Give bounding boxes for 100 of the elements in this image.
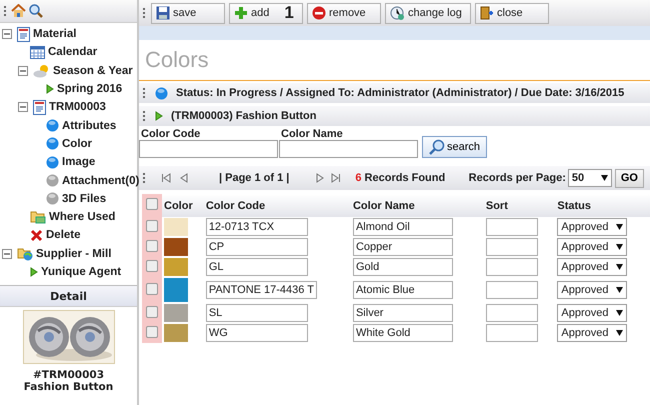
calendar-icon bbox=[30, 46, 45, 59]
tree-item[interactable]: Supplier - Mill bbox=[36, 248, 112, 260]
sort-field[interactable] bbox=[486, 218, 538, 236]
tree-item[interactable]: TRM00003 bbox=[49, 101, 106, 114]
delete-x-icon[interactable] bbox=[30, 228, 43, 242]
column-header: Color Name bbox=[350, 194, 484, 217]
search-button[interactable]: search bbox=[422, 136, 488, 158]
first-page-icon[interactable] bbox=[161, 173, 171, 183]
sort-field[interactable] bbox=[486, 238, 538, 256]
expand-toggle-icon[interactable] bbox=[18, 66, 28, 76]
expand-toggle-icon[interactable] bbox=[18, 102, 28, 112]
item-caption: #TRM00003 bbox=[32, 369, 104, 381]
search-icon bbox=[429, 139, 445, 155]
status-dot-icon bbox=[46, 192, 59, 206]
sort-field[interactable] bbox=[486, 258, 538, 276]
checkbox[interactable] bbox=[146, 240, 158, 252]
status-select[interactable]: Approved bbox=[557, 258, 628, 276]
color-code-field[interactable]: SL bbox=[206, 304, 308, 322]
color-code-field[interactable]: PANTONE 17-4436 T bbox=[206, 281, 317, 299]
tree-item[interactable]: Image bbox=[62, 156, 96, 168]
status-dot-icon bbox=[46, 174, 59, 188]
page-title: Colors bbox=[139, 40, 650, 81]
tree-item[interactable]: Calendar bbox=[48, 46, 98, 58]
search-field[interactable] bbox=[279, 140, 418, 158]
clock-icon bbox=[390, 6, 405, 20]
sort-field[interactable] bbox=[486, 324, 538, 342]
tree-item[interactable]: 3D Files bbox=[62, 192, 106, 205]
tree-item[interactable]: Yunique Agent bbox=[41, 266, 122, 278]
search-icon[interactable] bbox=[29, 4, 43, 18]
count-label: 1 bbox=[284, 3, 294, 23]
color-code-field[interactable]: WG bbox=[206, 324, 308, 342]
expand-toggle-icon[interactable] bbox=[2, 29, 12, 40]
remove-button[interactable]: remove bbox=[307, 2, 381, 24]
play-arrow-icon bbox=[30, 267, 38, 277]
tree-item[interactable]: Material bbox=[33, 28, 76, 40]
checkbox[interactable] bbox=[146, 282, 158, 294]
status-select[interactable]: Approved bbox=[557, 218, 628, 236]
checkbox[interactable] bbox=[146, 306, 158, 318]
panel-title: Detail bbox=[50, 290, 87, 302]
minus-circle-icon bbox=[312, 6, 326, 20]
item-title: (TRM00003) Fashion Button bbox=[171, 110, 316, 122]
color-name-field[interactable]: Gold bbox=[352, 258, 453, 276]
color-code-field[interactable]: 12-0713 TCX bbox=[206, 218, 308, 236]
last-page-icon[interactable] bbox=[331, 173, 342, 183]
color-name-field[interactable]: Silver bbox=[352, 304, 453, 322]
home-icon[interactable] bbox=[11, 4, 26, 18]
color-name-field[interactable]: Almond Oil bbox=[352, 218, 453, 236]
color-code-field[interactable]: CP bbox=[206, 238, 308, 256]
previous-page-icon[interactable] bbox=[179, 173, 189, 183]
tree-item[interactable]: Attributes bbox=[62, 120, 116, 132]
document-icon bbox=[33, 100, 46, 115]
door-icon bbox=[480, 6, 494, 20]
next-page-icon[interactable] bbox=[315, 173, 326, 183]
status-dot-icon bbox=[46, 119, 59, 132]
tree-item[interactable]: Color bbox=[62, 138, 92, 150]
color-code-field[interactable]: GL bbox=[206, 258, 308, 276]
checkbox[interactable] bbox=[146, 326, 158, 338]
expand-toggle-icon[interactable] bbox=[2, 248, 12, 259]
dropdown-caret-icon bbox=[616, 287, 624, 293]
sort-field[interactable] bbox=[486, 304, 538, 322]
status-text: Status: In Progress / Assigned To: Administrator (Administrator) / Due Date: 3/16/2015 bbox=[176, 87, 624, 99]
item-caption: Fashion Button bbox=[24, 381, 114, 393]
records-found: 6 Records Found bbox=[355, 172, 446, 184]
checkbox[interactable] bbox=[146, 260, 158, 272]
save-button[interactable]: save bbox=[151, 2, 225, 24]
go-button[interactable]: GO bbox=[614, 168, 644, 188]
status-dot-icon bbox=[46, 156, 59, 169]
color-name-field[interactable]: White Gold bbox=[352, 324, 453, 342]
sort-field[interactable] bbox=[486, 281, 538, 299]
records-per-page-label: Records per Page: bbox=[468, 172, 566, 184]
dropdown-caret-icon bbox=[616, 264, 624, 270]
page-size-select[interactable]: 50 bbox=[568, 169, 612, 187]
color-name-field[interactable]: Copper bbox=[352, 238, 453, 256]
status-dot-icon bbox=[46, 137, 59, 150]
add-button[interactable]: add 1 bbox=[229, 2, 303, 24]
sun-cloud-icon bbox=[33, 64, 50, 78]
dropdown-caret-icon bbox=[616, 310, 624, 316]
tree-item[interactable]: Season & Year bbox=[53, 64, 133, 77]
status-select[interactable]: Approved bbox=[557, 238, 628, 256]
change-log-button[interactable]: change log bbox=[385, 2, 471, 24]
field-label: Color Name bbox=[280, 128, 344, 140]
status-dot-icon bbox=[155, 86, 168, 100]
column-header: Status bbox=[555, 194, 650, 217]
play-arrow-icon bbox=[155, 111, 163, 121]
dropdown-caret-icon bbox=[616, 330, 624, 336]
tree-item[interactable]: Attachment(0) bbox=[62, 174, 140, 187]
status-select[interactable]: Approved bbox=[557, 281, 628, 299]
tree-item[interactable]: Spring 2016 bbox=[57, 83, 122, 96]
color-name-field[interactable]: Atomic Blue bbox=[352, 281, 453, 299]
tree-item[interactable]: Delete bbox=[46, 229, 81, 242]
search-field[interactable] bbox=[139, 140, 278, 158]
dropdown-caret-icon bbox=[616, 244, 624, 250]
tree-item[interactable]: Where Used bbox=[49, 211, 116, 224]
status-select[interactable]: Approved bbox=[557, 304, 628, 322]
document-icon bbox=[17, 26, 30, 42]
checkbox[interactable] bbox=[146, 220, 158, 232]
checkbox[interactable] bbox=[146, 198, 158, 210]
close-button[interactable]: close bbox=[475, 2, 549, 24]
status-select[interactable]: Approved bbox=[557, 324, 628, 342]
globe-folder-icon bbox=[17, 246, 33, 262]
